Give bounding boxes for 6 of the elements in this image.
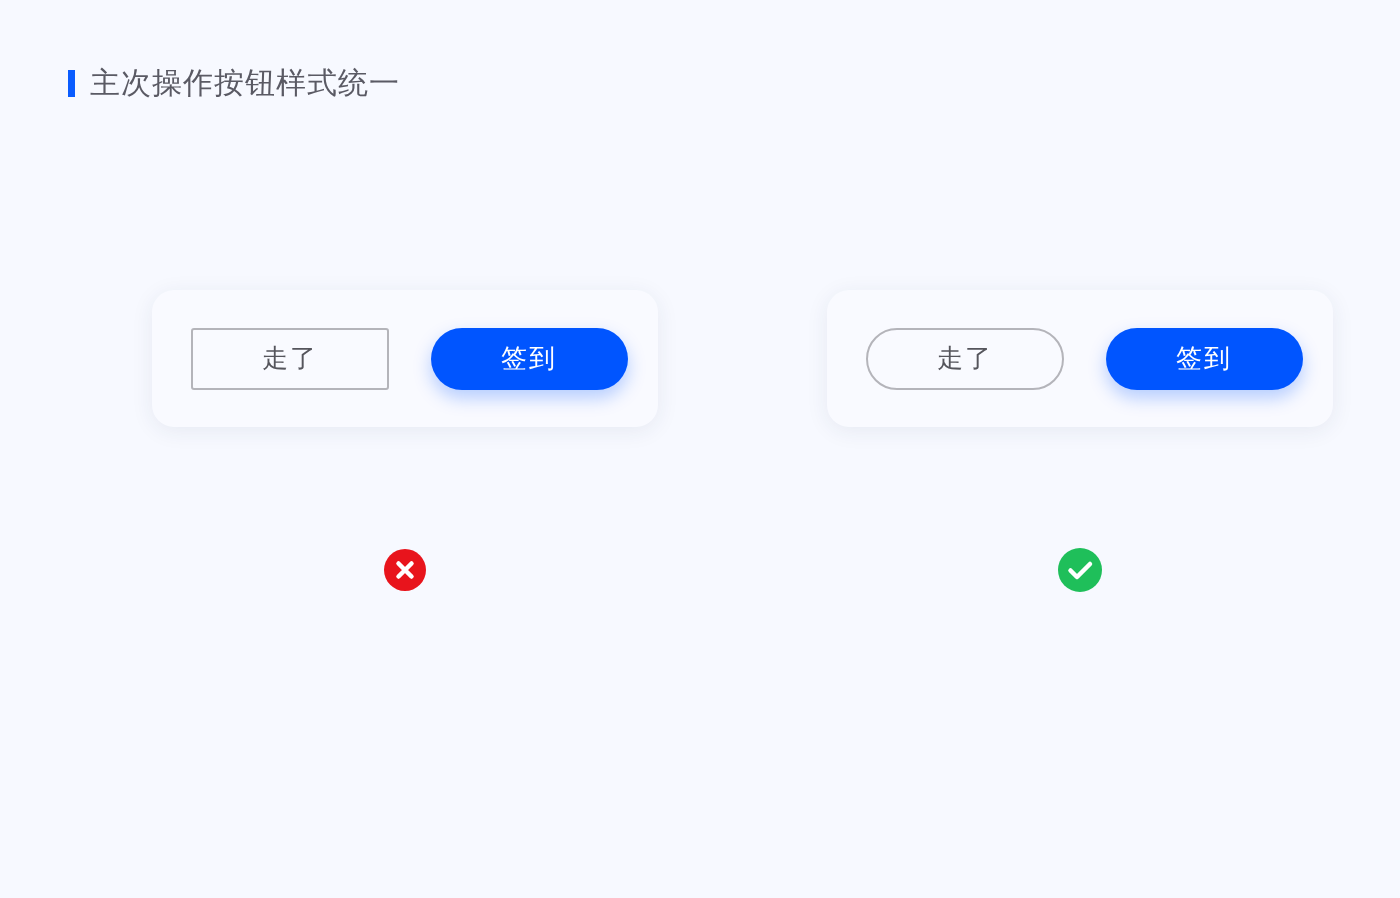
accent-bar — [68, 69, 75, 97]
primary-button[interactable]: 签到 — [430, 327, 628, 390]
section-title: 主次操作按钮样式统一 — [90, 66, 400, 100]
primary-button[interactable]: 签到 — [1105, 327, 1303, 390]
secondary-button[interactable]: 走了 — [191, 327, 389, 390]
secondary-button[interactable]: 走了 — [866, 327, 1064, 390]
